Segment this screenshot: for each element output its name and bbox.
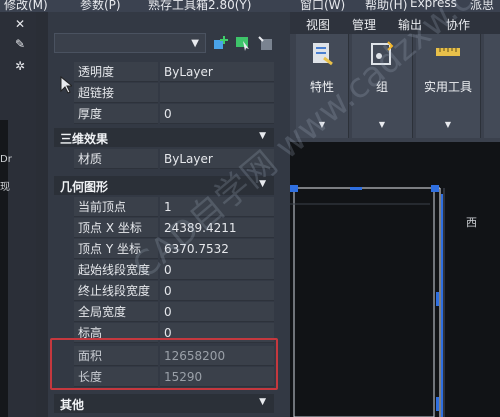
property-key: 超链接 (74, 83, 158, 103)
grip[interactable] (350, 187, 362, 190)
polyline-drawing: 西 (290, 185, 477, 417)
property-row-thickness[interactable]: 厚度 0 (74, 104, 274, 125)
property-key: 全局宽度 (74, 302, 158, 322)
property-value[interactable]: 0 (160, 281, 274, 301)
left-edge-panel: Dr 现 (0, 120, 12, 417)
property-key: 材质 (74, 149, 158, 169)
properties-icon (313, 43, 333, 66)
drawing-label: 西 (466, 216, 477, 229)
select-objects-icon[interactable] (234, 34, 252, 52)
pin-icon[interactable]: ✎ (14, 38, 26, 50)
menu-window[interactable]: 窗口(W) (300, 0, 345, 12)
property-row-end-width[interactable]: 终止线段宽度 0 (74, 281, 274, 302)
property-key: 当前顶点 (74, 197, 158, 217)
grip[interactable] (436, 397, 439, 411)
property-value[interactable]: ByLayer (160, 62, 274, 82)
tab-manage[interactable]: 管理 (352, 16, 376, 33)
grip[interactable] (290, 185, 298, 192)
panel-label: 实用工具 (423, 80, 472, 94)
menu-help[interactable]: 帮助(H) (365, 0, 407, 12)
collapse-icon[interactable]: ▼ (259, 397, 266, 407)
property-row-transparency[interactable]: 透明度 ByLayer (74, 62, 274, 83)
property-key: 终止线段宽度 (74, 281, 158, 301)
chevron-down-icon: ▼ (191, 38, 199, 49)
grip[interactable] (431, 185, 439, 192)
tab-view[interactable]: 视图 (306, 16, 330, 33)
toggle-pickadd-icon[interactable] (256, 34, 274, 52)
section-title: 三维效果 (60, 132, 109, 146)
section-misc[interactable]: 其他 ▼ (54, 394, 274, 413)
menu-modify[interactable]: 修改(M) (4, 0, 48, 12)
property-value[interactable]: 0 (160, 302, 274, 322)
chevron-down-icon[interactable]: ▼ (416, 120, 480, 129)
property-value[interactable] (160, 83, 274, 103)
left-fragment-2: 现 (0, 182, 10, 193)
palette-title-strip (36, 12, 48, 417)
grip[interactable] (436, 292, 439, 306)
property-row-hyperlink[interactable]: 超链接 (74, 83, 274, 104)
left-fragment-1: Dr (0, 154, 12, 165)
mouse-cursor-icon (60, 76, 72, 94)
chevron-down-icon[interactable]: ▼ (352, 120, 412, 129)
highlight-box (50, 338, 278, 390)
object-selector-dropdown[interactable]: ▼ (54, 33, 206, 53)
menu-toolbox[interactable]: 熟存工具箱2.80(Y) (148, 0, 251, 12)
property-key: 厚度 (74, 104, 158, 124)
section-title: 其他 (60, 398, 85, 412)
quick-select-icon[interactable] (212, 34, 230, 52)
property-key: 透明度 (74, 62, 158, 82)
panel-partial[interactable] (484, 34, 500, 138)
menu-parameters[interactable]: 参数(P) (80, 0, 121, 12)
settings-icon[interactable]: ✲ (14, 60, 26, 72)
close-icon[interactable]: ✕ (14, 18, 26, 30)
property-row-global-width[interactable]: 全局宽度 0 (74, 302, 274, 323)
property-value[interactable]: 0 (160, 104, 274, 124)
section-title: 几何图形 (60, 180, 109, 194)
section-3d-effects[interactable]: 三维效果 ▼ (54, 128, 274, 147)
